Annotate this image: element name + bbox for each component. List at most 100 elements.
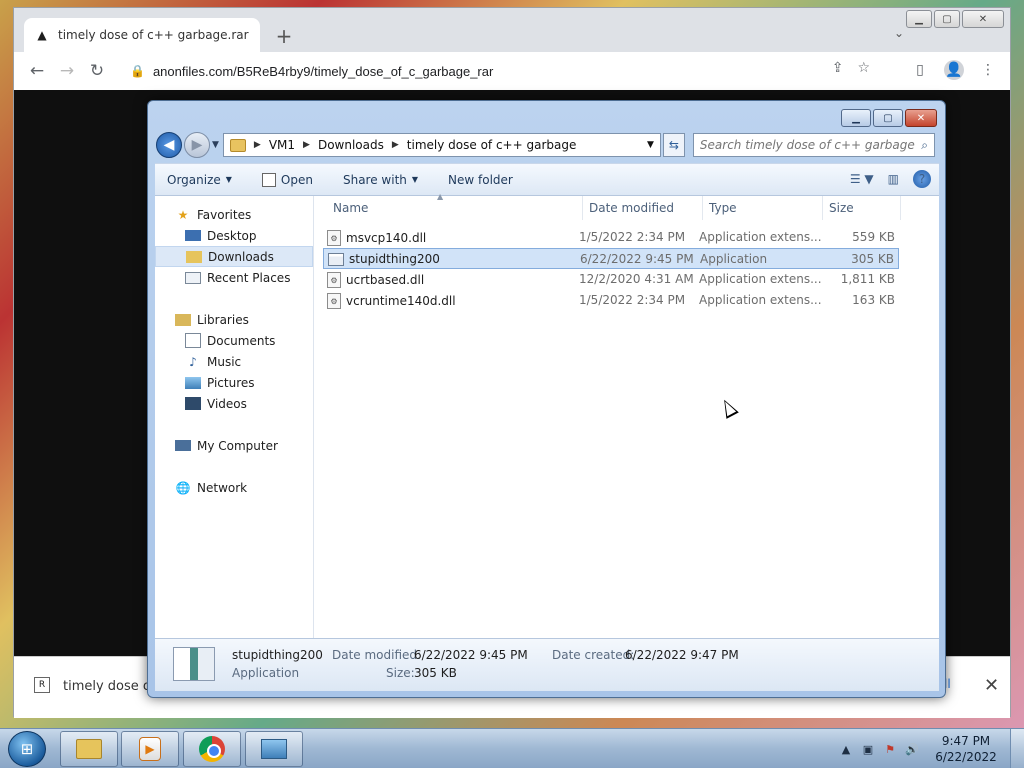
clock-date: 6/22/2022 — [935, 750, 997, 764]
table-row[interactable]: ⚙ ucrtbased.dll 12/2/2020 4:31 AM Applic… — [323, 269, 899, 290]
folder-icon — [76, 739, 102, 759]
chrome-icon — [199, 736, 225, 762]
column-header-size[interactable]: Size — [823, 196, 901, 220]
browser-toolbar: ← → ↻ 🔒 anonfiles.com/B5ReB4rby9/timely_… — [14, 52, 1010, 90]
column-label: Name — [333, 201, 369, 215]
preview-pane-icon[interactable]: ▥ — [888, 172, 899, 186]
show-desktop-button[interactable] — [1010, 729, 1024, 768]
music-note-icon: ♪ — [189, 354, 197, 369]
new-tab-button[interactable]: + — [272, 24, 296, 48]
table-row[interactable]: ⚙ vcruntime140d.dll 1/5/2022 2:34 PM App… — [323, 290, 899, 311]
clock[interactable]: 9:47 PM 6/22/2022 — [926, 733, 1006, 765]
maximize-button[interactable]: ▢ — [873, 109, 903, 127]
forward-arrow-icon[interactable]: ▶ — [184, 132, 210, 158]
tab-search-chevron-icon[interactable]: ⌄ — [894, 26, 904, 40]
table-row[interactable]: stupidthing200 6/22/2022 9:45 PM Applica… — [323, 248, 899, 269]
action-center-flag-icon[interactable]: ⚑ — [882, 741, 898, 757]
side-panel-icon[interactable]: ▯ — [910, 60, 930, 80]
details-pane: stupidthing200 Application Date modified… — [155, 638, 939, 691]
change-view-icon[interactable]: ☰ ▼ — [850, 172, 874, 186]
column-label: Date modified — [589, 201, 675, 215]
column-header-date-modified[interactable]: Date modified — [583, 196, 703, 220]
close-button[interactable]: ✕ — [962, 10, 1004, 28]
start-button[interactable]: ⊞ — [8, 731, 46, 767]
nav-documents[interactable]: Documents — [155, 330, 313, 351]
nav-recent-places[interactable]: Recent Places — [155, 267, 313, 288]
help-icon[interactable]: ? — [913, 170, 931, 188]
back-arrow-icon[interactable]: ← — [22, 56, 52, 86]
file-name-cell: ⚙ msvcp140.dll — [327, 230, 426, 246]
details-size-label: Size: — [386, 666, 415, 680]
view-controls: ☰ ▼ ▥ ? — [850, 170, 931, 188]
address-dropdown-chevron-icon[interactable]: ▼ — [647, 140, 654, 150]
search-input[interactable] — [699, 138, 922, 152]
file-type: Application extens... — [699, 272, 822, 286]
breadcrumb-separator-icon[interactable]: ▶ — [392, 140, 399, 150]
reload-icon[interactable]: ↻ — [82, 56, 112, 86]
refresh-icon[interactable]: ⇆ — [662, 133, 685, 157]
show-hidden-icons-chevron-icon[interactable]: ▲ — [838, 741, 854, 757]
minimize-button[interactable]: ▁ — [841, 109, 871, 127]
share-icon[interactable]: ⇪ — [832, 60, 844, 76]
taskbar-pictures-button[interactable] — [245, 731, 303, 767]
share-with-button[interactable]: Share with ▼ — [343, 173, 418, 187]
taskbar-chrome-button[interactable] — [183, 731, 241, 767]
nav-pictures[interactable]: Pictures — [155, 372, 313, 393]
nav-videos[interactable]: Videos — [155, 393, 313, 414]
organize-button[interactable]: Organize ▼ — [167, 173, 232, 187]
nav-label: Videos — [207, 396, 247, 411]
minimize-button[interactable]: ▁ — [906, 10, 932, 28]
menu-kebab-icon[interactable]: ⋮ — [978, 60, 998, 80]
file-name-cell: ⚙ ucrtbased.dll — [327, 272, 424, 288]
nav-downloads[interactable]: Downloads — [155, 246, 313, 267]
close-button[interactable]: ✕ — [905, 109, 937, 127]
clock-time: 9:47 PM — [941, 734, 991, 748]
new-folder-button[interactable]: New folder — [448, 173, 513, 187]
address-bar[interactable]: 🔒 anonfiles.com/B5ReB4rby9/timely_dose_o… — [122, 56, 902, 86]
bookmark-star-icon[interactable]: ☆ — [857, 60, 870, 76]
search-box[interactable]: ⌕ — [692, 133, 935, 157]
nav-label: Downloads — [208, 249, 274, 264]
volume-icon[interactable]: 🔊 — [904, 741, 920, 757]
download-item[interactable]: timely dose of — [63, 679, 155, 694]
taskbar-media-player-button[interactable]: ▶ — [121, 731, 179, 767]
nav-desktop[interactable]: Desktop — [155, 225, 313, 246]
back-arrow-icon[interactable]: ◀ — [156, 132, 182, 158]
file-list: ▲ Name Date modified Type Size ⚙ msvcp14… — [315, 192, 939, 638]
table-row[interactable]: ⚙ msvcp140.dll 1/5/2022 2:34 PM Applicat… — [323, 227, 899, 248]
maximize-button[interactable]: ▢ — [934, 10, 960, 28]
nav-music[interactable]: ♪ Music — [155, 351, 313, 372]
search-icon[interactable]: ⌕ — [921, 138, 928, 153]
breadcrumb-separator-icon[interactable]: ▶ — [254, 140, 261, 150]
column-header-name[interactable]: Name — [327, 196, 583, 220]
nav-label: Pictures — [207, 375, 255, 390]
new-folder-label: New folder — [448, 172, 513, 187]
breadcrumb-separator-icon[interactable]: ▶ — [303, 140, 310, 150]
nav-network[interactable]: 🌐 Network — [155, 477, 313, 498]
breadcrumb-item[interactable]: VM1 — [269, 138, 295, 152]
browser-tab[interactable]: ▲ timely dose of c++ garbage.rar - — [24, 18, 260, 52]
column-label: Size — [829, 201, 854, 215]
file-date: 6/22/2022 9:45 PM — [580, 252, 694, 266]
nav-favorites[interactable]: ★ Favorites — [155, 204, 313, 225]
open-app-icon — [261, 172, 276, 187]
nav-libraries[interactable]: Libraries — [155, 309, 313, 330]
breadcrumb-item[interactable]: Downloads — [318, 138, 384, 152]
details-file-name: stupidthing200 — [232, 648, 323, 662]
system-tray: ▲ ▣ ⚑ 🔊 9:47 PM 6/22/2022 — [838, 729, 1024, 768]
nav-my-computer[interactable]: My Computer — [155, 435, 313, 456]
breadcrumb-item[interactable]: timely dose of c++ garbage — [407, 138, 577, 152]
profile-avatar-icon[interactable]: 👤 — [944, 60, 964, 80]
recent-pages-chevron-icon[interactable]: ▼ — [212, 140, 219, 150]
address-bar[interactable]: ▶ VM1 ▶ Downloads ▶ timely dose of c++ g… — [222, 133, 661, 157]
file-date: 1/5/2022 2:34 PM — [579, 293, 686, 307]
column-header-type[interactable]: Type — [703, 196, 823, 220]
open-button[interactable]: Open — [261, 172, 313, 187]
taskbar-explorer-button[interactable] — [60, 731, 118, 767]
videos-film-icon — [185, 397, 201, 410]
forward-arrow-icon[interactable]: → — [52, 56, 82, 86]
network-status-icon[interactable]: ▣ — [860, 741, 876, 757]
close-icon[interactable]: ✕ — [984, 675, 999, 696]
url-text: anonfiles.com/B5ReB4rby9/timely_dose_of_… — [152, 63, 494, 79]
dll-file-icon: ⚙ — [327, 293, 341, 309]
